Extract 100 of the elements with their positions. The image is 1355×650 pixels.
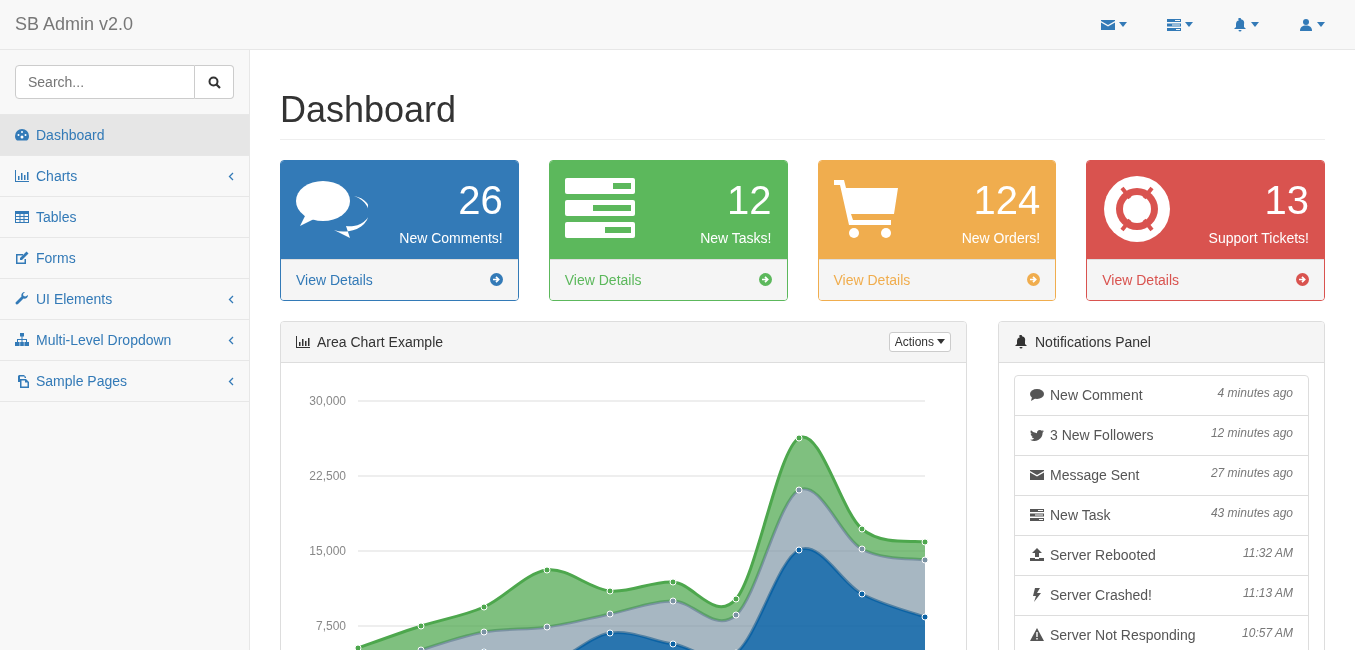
edit-icon: [15, 251, 29, 265]
sidebar-label: Multi-Level Dropdown: [36, 332, 173, 348]
panel-title: Area Chart Example: [317, 333, 445, 350]
actions-button[interactable]: Actions: [888, 331, 951, 352]
chart-point: [480, 603, 488, 611]
notification-item[interactable]: 3 New Followers 12 minutes ago: [1015, 415, 1308, 456]
notification-text: Server Crashed!: [1050, 587, 1153, 604]
user-icon: [1299, 17, 1313, 32]
chart-point: [669, 597, 677, 605]
bird-icon: [1030, 428, 1044, 443]
caret-icon: [1317, 22, 1325, 27]
search-button[interactable]: [195, 65, 234, 99]
notification-item[interactable]: Server Crashed! 11:13 AM: [1015, 575, 1308, 616]
chart-point: [921, 538, 929, 546]
sidebar-label: Charts: [36, 168, 79, 184]
notification-time: 11:32 AM: [1242, 545, 1293, 560]
chart-point: [921, 613, 929, 621]
chart-point: [417, 622, 425, 630]
stat-count: 12: [727, 177, 772, 222]
table-icon: [15, 210, 29, 224]
notification-text: New Task: [1050, 507, 1112, 524]
view-details-link[interactable]: View Details: [296, 271, 373, 288]
upload-icon: [1030, 548, 1044, 563]
notification-time: 12 minutes ago: [1210, 425, 1293, 440]
sidebar-item[interactable]: Forms: [0, 238, 249, 279]
warning-icon: [1030, 628, 1044, 643]
sidebar-item[interactable]: Charts: [0, 156, 249, 197]
stat-count: 26: [458, 177, 503, 222]
search-icon: [207, 75, 221, 89]
chevron-left-icon: [228, 171, 234, 181]
chart-point: [858, 545, 866, 553]
bar-chart-icon: [15, 169, 29, 183]
brand-title[interactable]: SB Admin v2.0: [15, 14, 134, 35]
chart-point: [480, 628, 488, 636]
chevron-left-icon: [228, 294, 234, 304]
search-field[interactable]: Search...: [15, 65, 195, 99]
chart-point: [543, 566, 551, 574]
axis-tick-label: 30,000: [309, 393, 346, 408]
bolt-icon: [1030, 588, 1044, 603]
view-details-link[interactable]: View Details: [564, 271, 642, 288]
sidebar-item[interactable]: Multi-Level Dropdown: [0, 320, 249, 361]
stat-label: Support Tickets!: [1208, 229, 1309, 246]
arrow-circle-right-icon: [1296, 273, 1309, 287]
stat-count: 124: [973, 177, 1041, 222]
chart-point: [417, 646, 425, 650]
arrow-circle-right-icon: [1027, 273, 1041, 287]
bell-icon: [1014, 334, 1028, 349]
notification-text: 3 New Followers: [1050, 427, 1155, 444]
files-icon: [15, 374, 29, 388]
caret-icon: [1185, 22, 1193, 27]
envelope-icon: [1101, 17, 1115, 32]
caret-icon: [937, 339, 945, 345]
chart-point: [543, 623, 551, 631]
chart-point: [606, 629, 614, 637]
sidebar-item[interactable]: Dashboard: [0, 115, 249, 156]
notification-item[interactable]: Server Rebooted 11:32 AM: [1015, 535, 1308, 576]
wrench-icon: [15, 292, 29, 306]
axis-tick-label: 22,500: [309, 468, 346, 483]
notification-item[interactable]: Message Sent 27 minutes ago: [1015, 455, 1308, 496]
sidebar-label: Sample Pages: [36, 373, 129, 389]
stat-label: New Tasks!: [700, 229, 772, 246]
page-title: Dashboard: [280, 90, 1325, 140]
chart-point: [858, 590, 866, 598]
axis-tick-label: 7,500: [315, 618, 346, 633]
comment-icon: [1030, 388, 1044, 403]
chart-point: [921, 556, 929, 564]
chart-point: [732, 595, 740, 603]
chart-point: [606, 587, 614, 595]
sidebar-item[interactable]: Tables: [0, 197, 249, 238]
caret-icon: [1251, 22, 1259, 27]
dashboard-icon: [15, 128, 29, 142]
stat-count: 13: [1264, 177, 1309, 222]
view-details-link[interactable]: View Details: [1102, 271, 1180, 288]
notification-time: 27 minutes ago: [1210, 465, 1293, 480]
sidebar-label: Forms: [36, 250, 77, 266]
sidebar-item[interactable]: Sample Pages: [0, 361, 249, 402]
sidebar-label: Tables: [36, 209, 78, 225]
caret-icon: [1119, 22, 1127, 27]
chart-point: [732, 611, 740, 619]
stat-label: New Comments!: [399, 229, 503, 246]
notification-item[interactable]: New Task 43 minutes ago: [1015, 495, 1308, 536]
notification-time: 43 minutes ago: [1210, 505, 1293, 520]
chart-point: [795, 546, 803, 554]
notification-item[interactable]: Server Not Responding 10:57 AM: [1015, 615, 1308, 650]
notification-item[interactable]: New Comment 4 minutes ago: [1015, 375, 1308, 416]
sidebar-item[interactable]: UI Elements: [0, 279, 249, 320]
chart-point: [858, 525, 866, 533]
notification-time: 11:13 AM: [1242, 585, 1293, 600]
chevron-left-icon: [228, 335, 234, 345]
bar-chart-icon: [296, 334, 310, 349]
axis-tick-label: 15,000: [309, 543, 346, 558]
stat-label: New Orders!: [961, 229, 1041, 246]
notification-time: 4 minutes ago: [1217, 385, 1293, 400]
chevron-left-icon: [228, 376, 234, 386]
sidebar-label: Dashboard: [36, 127, 106, 143]
notification-text: Server Not Responding: [1050, 627, 1197, 644]
envelope-icon: [1030, 468, 1044, 483]
bell-icon: [1233, 17, 1247, 32]
panel-title: Notifications Panel: [1035, 333, 1152, 350]
sidebar-label: UI Elements: [36, 291, 114, 307]
